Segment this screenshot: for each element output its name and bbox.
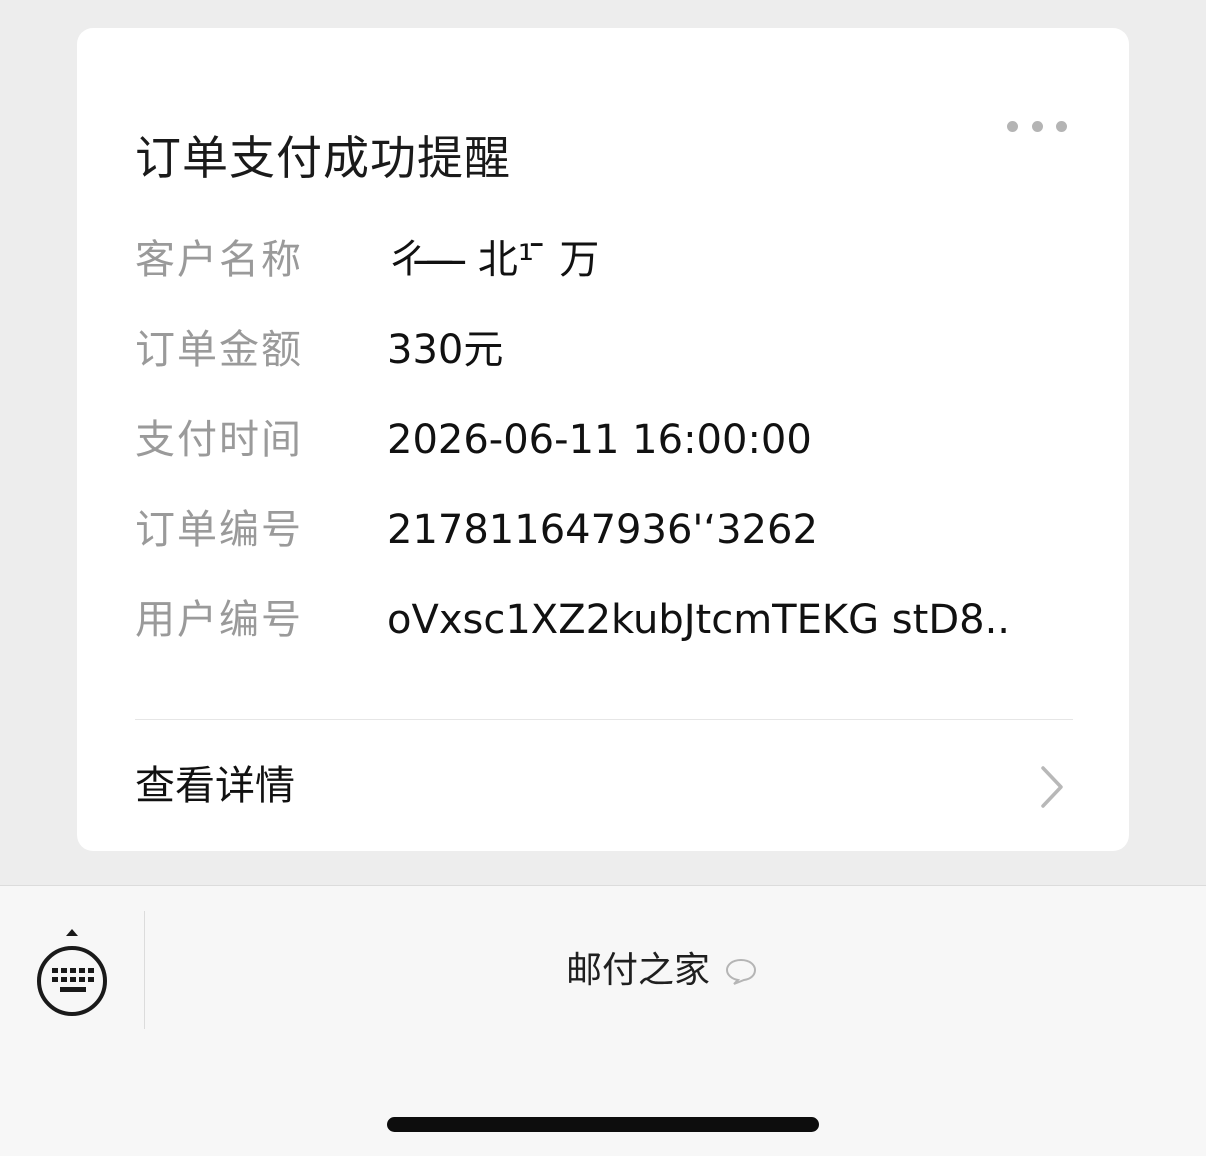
chat-area: 订单支付成功提醒 客户名称 ㄔ ̶ ̶ ̶ 北¹ ̄ 万 订单金额 330元 支… bbox=[0, 0, 1206, 885]
bar-separator bbox=[144, 911, 145, 1029]
dot bbox=[1056, 120, 1067, 132]
field-label: 订单金额 bbox=[135, 327, 303, 373]
view-details-button[interactable]: 查看详情 bbox=[77, 720, 1129, 851]
menu-label: 邮付之家 bbox=[566, 950, 711, 991]
field-label: 用户编号 bbox=[135, 597, 303, 643]
field-value: ㄔ ̶ ̶ ̶ 北¹ ̄ 万 bbox=[387, 237, 600, 283]
keyboard-icon[interactable] bbox=[30, 926, 114, 1016]
chevron-right-icon bbox=[1041, 766, 1063, 808]
field-value: 217811647936'‘3262 bbox=[387, 507, 818, 553]
field-customer-name: 客户名称 ㄔ ̶ ̶ ̶ 北¹ ̄ 万 bbox=[135, 230, 1095, 290]
field-value: 2026-06-11 16:00:00 bbox=[387, 417, 812, 463]
message-card: 订单支付成功提醒 客户名称 ㄔ ̶ ̶ ̶ 北¹ ̄ 万 订单金额 330元 支… bbox=[77, 28, 1129, 851]
menu-item-youfu-home[interactable]: 邮付之家 bbox=[566, 946, 758, 996]
field-user-id: 用户编号 oVxsc1XZ2kubJtcmTEKG stD8.. bbox=[135, 590, 1095, 650]
card-title: 订单支付成功提醒 bbox=[135, 131, 511, 185]
field-label: 支付时间 bbox=[135, 417, 303, 463]
field-order-amount: 订单金额 330元 bbox=[135, 320, 1095, 380]
field-value: oVxsc1XZ2kubJtcmTEKG stD8.. bbox=[387, 597, 1011, 643]
field-label: 订单编号 bbox=[135, 507, 303, 553]
field-payment-time: 支付时间 2026-06-11 16:00:00 bbox=[135, 410, 1095, 470]
more-dots-icon[interactable] bbox=[1007, 118, 1067, 134]
bottom-menu-bar: 邮付之家 bbox=[0, 885, 1206, 1156]
field-label: 客户名称 bbox=[135, 237, 303, 283]
field-order-number: 订单编号 217811647936'‘3262 bbox=[135, 500, 1095, 560]
speech-bubble-icon bbox=[726, 958, 757, 985]
view-details-label: 查看详情 bbox=[135, 763, 295, 809]
field-value: 330元 bbox=[387, 327, 504, 373]
dot bbox=[1007, 120, 1018, 132]
dot bbox=[1031, 120, 1043, 132]
home-indicator bbox=[387, 1117, 819, 1132]
